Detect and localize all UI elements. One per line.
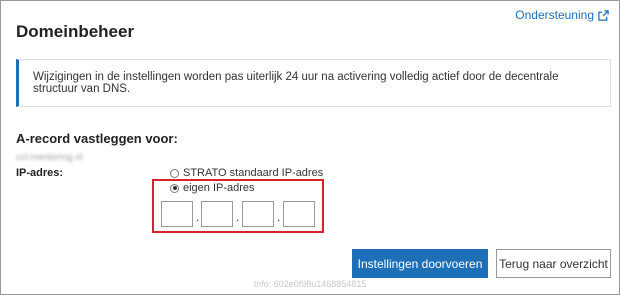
ip-separator: .: [277, 210, 281, 224]
ip-octet-2-input[interactable]: [201, 201, 233, 227]
ip-address-label: IP-adres:: [16, 167, 64, 179]
support-link[interactable]: Ondersteuning: [515, 8, 609, 22]
apply-settings-button[interactable]: Instellingen doorvoeren: [352, 249, 488, 278]
ip-separator: .: [236, 210, 240, 224]
ip-separator: .: [196, 210, 200, 224]
page-title: Domeinbeheer: [16, 22, 135, 41]
info-footer: Info: 602e0f98u1468854815: [253, 279, 367, 289]
support-label: Ondersteuning: [515, 8, 594, 22]
radio-button[interactable]: [170, 168, 179, 178]
external-link-icon: [598, 9, 609, 21]
ip-octet-1-input[interactable]: [161, 201, 193, 227]
ip-octet-3-input[interactable]: [242, 201, 274, 227]
info-notice: Wijzigingen in de instellingen worden pa…: [16, 59, 611, 107]
radio-option-strato-default[interactable]: STRATO standaard IP-adres: [170, 167, 323, 179]
radio-label: STRATO standaard IP-adres: [183, 167, 324, 179]
section-title: A-record vastleggen voor:: [16, 131, 178, 146]
notice-text: Wijzigingen in de instellingen worden pa…: [33, 71, 559, 95]
ip-octet-4-input[interactable]: [283, 201, 315, 227]
back-to-overview-button[interactable]: Terug naar overzicht: [496, 249, 611, 278]
domain-name: ccl-mentoring.nl: [16, 152, 83, 162]
